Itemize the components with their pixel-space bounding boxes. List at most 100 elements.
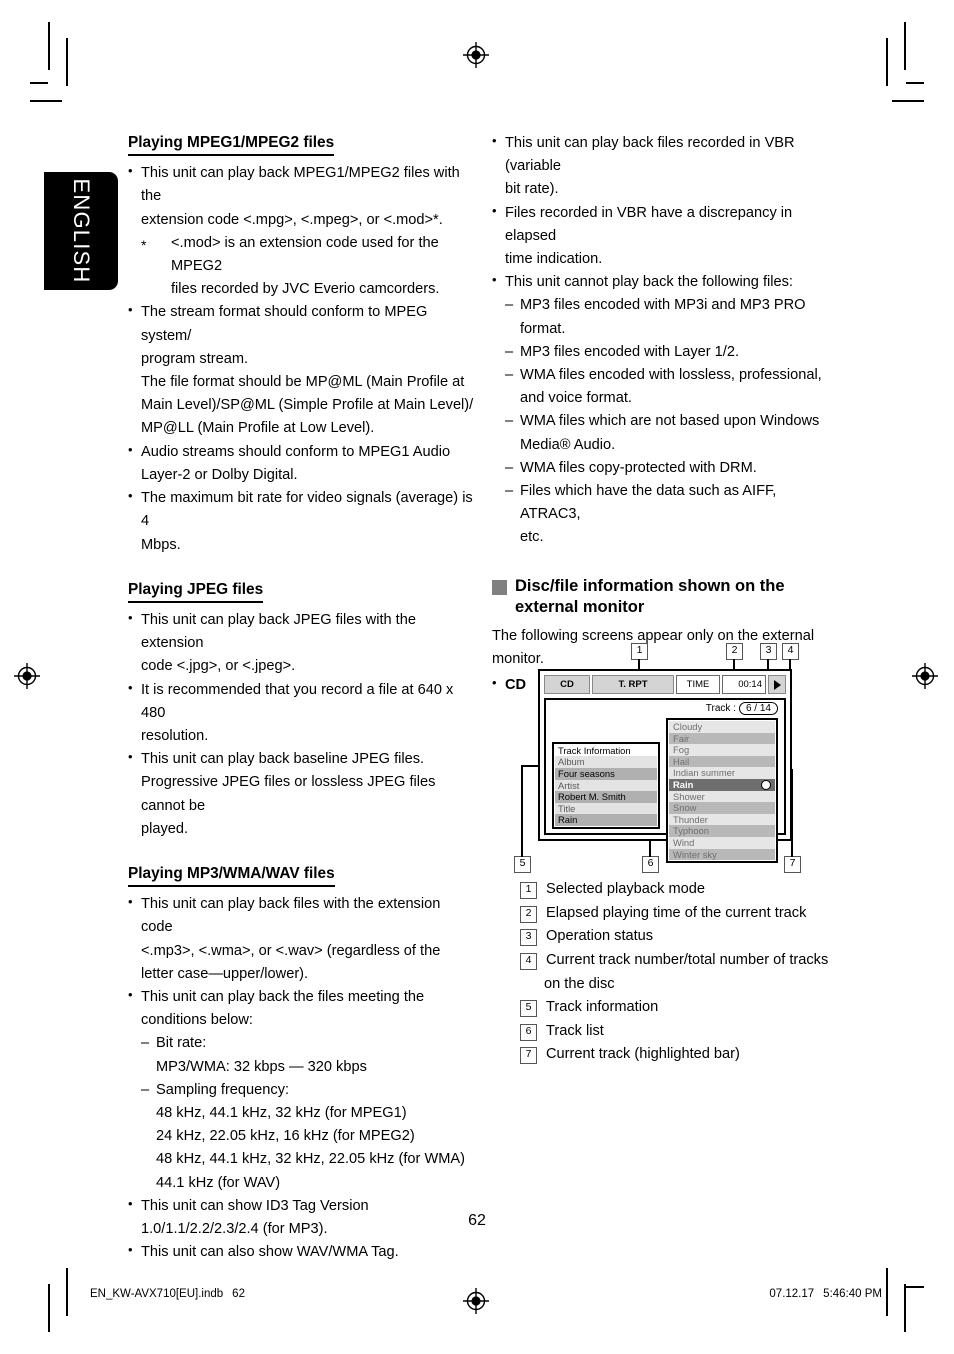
track-info-value-title: Rain xyxy=(555,814,657,826)
list-item: This unit can also show WAV/WMA Tag. xyxy=(128,1240,474,1264)
text-line: MP@LL (Main Profile at Low Level). xyxy=(141,420,375,437)
language-tab: ENGLISH xyxy=(44,172,118,290)
text-line: etc. xyxy=(520,529,544,546)
callout-2: 2 xyxy=(726,643,743,660)
text-line: 44.1 kHz (for WAV) xyxy=(156,1174,281,1191)
text-line: conditions below: xyxy=(141,1012,253,1029)
screen-content-area: Track : 6 / 14 Track Information Album F… xyxy=(544,698,786,864)
crop-mark-bottom-right-inner xyxy=(886,1268,888,1316)
legend-label: Current track (highlighted bar) xyxy=(546,1046,740,1063)
text-line: program stream. xyxy=(141,350,249,367)
callout-7: 7 xyxy=(784,856,801,873)
legend-row: 6 Track list xyxy=(520,1020,850,1044)
legend-row: 1 Selected playback mode xyxy=(520,878,850,902)
list-item: This unit can play back baseline JPEG fi… xyxy=(128,747,474,841)
crop-mark-bottom-left-vertical xyxy=(48,1284,50,1332)
leader-line-5-vertical xyxy=(521,765,523,857)
disc-info-heading: Disc/file information shown on the exter… xyxy=(492,576,838,620)
text-line: It is recommended that you record a file… xyxy=(141,681,454,721)
legend-row: 7 Current track (highlighted bar) xyxy=(520,1043,850,1067)
list-item: This unit can play back JPEG files with … xyxy=(128,608,474,679)
track-list-item-selected[interactable]: Rain xyxy=(669,778,775,791)
legend-label: Track list xyxy=(546,1022,604,1039)
text-line: This unit cannot play back the following… xyxy=(505,274,793,291)
text-line: WMA files copy-protected with DRM. xyxy=(520,459,757,476)
legend-number: 4 xyxy=(520,952,537,970)
crop-mark-bottom-left-inner xyxy=(66,1268,68,1316)
crop-mark-top-left-vertical xyxy=(48,22,50,70)
footer-date: 07.12.17 xyxy=(769,1288,815,1300)
text-line: This unit can play back the files meetin… xyxy=(141,989,425,1006)
track-info-value-artist: Robert M. Smith xyxy=(555,791,657,803)
track-information-panel: Track Information Album Four seasons Art… xyxy=(552,741,660,829)
diagram-legend: 1 Selected playback mode 2 Elapsed playi… xyxy=(520,878,850,1067)
sub-item-sampling: Sampling frequency: xyxy=(141,1079,474,1102)
track-list-item[interactable]: Winter sky xyxy=(669,848,775,861)
legend-label: Elapsed playing time of the current trac… xyxy=(546,904,807,921)
track-info-label-album: Album xyxy=(555,756,657,769)
text-line: 48 kHz, 44.1 kHz, 32 kHz, 22.05 kHz (for… xyxy=(156,1151,465,1168)
sub-item: MP3 files encoded with Layer 1/2. xyxy=(505,341,838,364)
sub-item: WMA files which are not based upon Windo… xyxy=(505,410,838,433)
track-list-item[interactable]: Hail xyxy=(669,755,775,768)
track-list-item[interactable]: Thunder xyxy=(669,813,775,826)
text-line: The stream format should conform to MPEG… xyxy=(141,304,428,344)
track-list-item[interactable]: Fair xyxy=(669,732,775,745)
legend-number: 2 xyxy=(520,905,537,923)
callout-6: 6 xyxy=(642,856,659,873)
track-info-value-album: Four seasons xyxy=(555,768,657,780)
footer-right: 07.12.17 5:46:40 PM xyxy=(769,1288,882,1300)
text-line: Bit rate: xyxy=(156,1035,207,1052)
text-line: extension code <.mpg>, <.mpeg>, or <.mod… xyxy=(141,211,443,228)
elapsed-time-value: 00:14 xyxy=(722,675,766,694)
track-list-panel: Cloudy Fair Fog Hail Indian summer Rain … xyxy=(666,718,778,864)
crop-mark-top-left-horizontal-2 xyxy=(30,100,62,102)
track-list-item-label: Rain xyxy=(673,778,694,790)
sub-item-bitrate: Bit rate: xyxy=(141,1032,474,1055)
legend-label: Track information xyxy=(546,999,659,1016)
text-line: format. xyxy=(520,320,566,337)
legend-row: 2 Elapsed playing time of the current tr… xyxy=(520,902,850,926)
footer-filename: EN_KW-AVX710[EU].indb xyxy=(90,1288,224,1300)
legend-label: Current track number/total number of tra… xyxy=(546,951,829,968)
track-list-item[interactable]: Fog xyxy=(669,744,775,756)
text-line: 24 kHz, 22.05 kHz, 16 kHz (for MPEG2) xyxy=(156,1128,415,1145)
track-list-item[interactable]: Wind xyxy=(669,836,775,849)
sub-item: MP3 files encoded with MP3i and MP3 PRO xyxy=(505,294,838,317)
text-line: Sampling frequency: xyxy=(156,1081,290,1098)
crop-mark-top-right-vertical-2 xyxy=(886,38,888,86)
text-line: <.mod> is an extension code used for the… xyxy=(171,234,439,275)
text-line: Layer-2 or Dolby Digital. xyxy=(141,466,298,483)
registration-mark-left xyxy=(14,663,40,689)
text-line: letter case—upper/lower). xyxy=(141,965,309,982)
left-column: Playing MPEG1/MPEG2 files This unit can … xyxy=(128,132,474,1264)
track-list-item[interactable]: Typhoon xyxy=(669,825,775,837)
track-info-label-title: Title xyxy=(555,802,657,815)
disc-info-heading-text: Disc/file information shown on the exter… xyxy=(515,576,785,620)
legend-number: 1 xyxy=(520,882,537,899)
text-line: files recorded by JVC Everio camcorders. xyxy=(171,281,440,298)
text-line: Files which have the data such as AIFF, … xyxy=(520,483,777,523)
heading-wrap-mp3: Playing MP3/WMA/WAV files xyxy=(128,863,474,893)
list-item: This unit can play back files with the e… xyxy=(128,892,474,986)
page-number: 62 xyxy=(468,1212,486,1229)
list-item: Files recorded in VBR have a discrepancy… xyxy=(492,201,838,272)
legend-label-continued: on the disc xyxy=(544,975,615,992)
crop-mark-top-right-horizontal xyxy=(906,82,924,84)
text-line: This unit can play back files recorded i… xyxy=(505,135,795,175)
time-label: TIME xyxy=(676,675,720,694)
track-list-item[interactable]: Shower xyxy=(669,790,775,803)
track-info-title: Track Information xyxy=(555,744,657,757)
text-line: 48 kHz, 44.1 kHz, 32 kHz (for MPEG1) xyxy=(156,1105,407,1122)
sub-item: Files which have the data such as AIFF, … xyxy=(505,480,838,526)
track-list-item[interactable]: Snow xyxy=(669,802,775,814)
sub-item: WMA files copy-protected with DRM. xyxy=(505,457,838,480)
status-bar: CD T. RPT TIME 00:14 xyxy=(544,675,786,694)
track-list-item[interactable]: Cloudy xyxy=(669,721,775,733)
text-line: Media® Audio. xyxy=(520,436,616,453)
bullet-list-vbr: This unit can play back files recorded i… xyxy=(492,131,838,550)
track-list-item[interactable]: Indian summer xyxy=(669,767,775,779)
list-item: This unit can play back files recorded i… xyxy=(492,131,838,202)
crop-mark-top-right-vertical xyxy=(904,22,906,70)
text-line: WMA files which are not based upon Windo… xyxy=(520,413,820,430)
